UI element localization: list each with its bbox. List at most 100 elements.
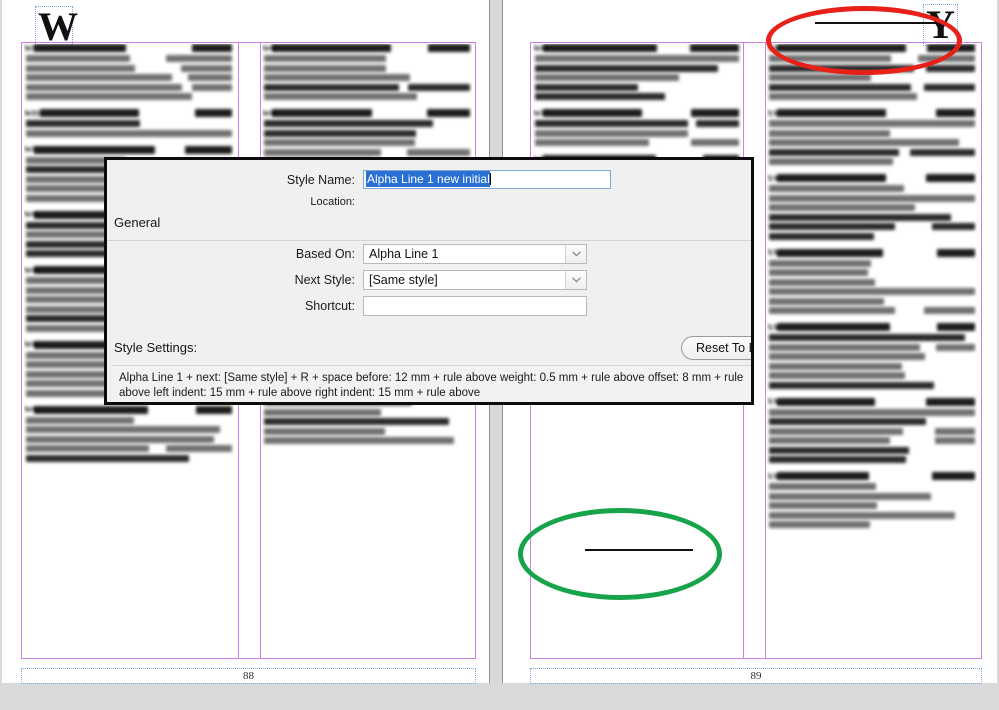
- entry-heading-line: WIS: [24, 107, 234, 118]
- entry-detail-line: [767, 343, 977, 351]
- entry-detail-line: [767, 93, 977, 100]
- directory-entry: YA ❖: [767, 322, 977, 389]
- entry-detail-line: [24, 435, 234, 443]
- entry-detail-line: [533, 83, 741, 91]
- entry-detail-line: [767, 353, 977, 360]
- entry-detail-line: ❖: [24, 416, 234, 424]
- entry-detail-line: ❖: [767, 185, 977, 192]
- entry-detail-line: [24, 74, 234, 81]
- entry-detail-line: [262, 55, 472, 62]
- entry-prefix: WO: [24, 339, 39, 349]
- entry-detail-line: [262, 64, 472, 72]
- directory-entry: WO ❖: [24, 404, 234, 462]
- entry-prefix: WO: [24, 404, 39, 414]
- entry-detail-line: [767, 55, 977, 62]
- text-column-right-2[interactable]: YA YA YA ❖ YA ✻ YA ❖ YA ❖ YA: [767, 44, 977, 656]
- entry-prefix: YA: [767, 44, 779, 53]
- paragraph-style-options-dialog[interactable]: Style Name: Alpha Line 1 new initial Loc…: [104, 157, 754, 405]
- directory-entry: YA: [767, 107, 977, 165]
- entry-detail-line: [767, 139, 977, 146]
- entry-detail-line: [533, 93, 741, 100]
- entry-prefix: WI: [24, 44, 36, 53]
- entry-detail-line: [24, 120, 234, 127]
- divider-under-general: [107, 240, 751, 241]
- entry-prefix: YA: [767, 172, 779, 183]
- based-on-value: Alpha Line 1: [369, 247, 439, 261]
- entry-heading-line: YA: [767, 44, 977, 53]
- entry-detail-line: [262, 74, 472, 81]
- entry-detail-line: [767, 381, 977, 389]
- directory-entry: YA: [767, 44, 977, 100]
- folio-frame-right[interactable]: 89: [530, 668, 982, 684]
- entry-heading-line: WI: [24, 44, 234, 53]
- entry-detail-line: [533, 64, 741, 72]
- entry-detail-line: ❖: [767, 408, 977, 416]
- entry-detail-line: [767, 297, 977, 305]
- entry-detail-line: [262, 148, 472, 156]
- style-settings-heading: Style Settings:: [114, 340, 198, 355]
- based-on-label: Based On:: [295, 247, 355, 261]
- directory-entry: YA ✻: [767, 247, 977, 314]
- entry-detail-line: [767, 194, 977, 202]
- entry-heading-line: YA: [767, 470, 977, 481]
- entry-prefix: WO: [24, 209, 39, 219]
- text-caret: [489, 173, 491, 185]
- entry-prefix: YA: [767, 107, 779, 118]
- entry-prefix: WIS: [24, 107, 40, 118]
- entry-heading-line: YA: [767, 107, 977, 118]
- entry-detail-line: [767, 502, 977, 509]
- entry-prefix: YA: [767, 470, 779, 481]
- chevron-down-icon[interactable]: [565, 271, 586, 289]
- directory-entry: WO: [262, 44, 472, 100]
- entry-detail-line: [767, 288, 977, 295]
- chevron-down-icon[interactable]: [565, 245, 586, 263]
- next-style-value: [Same style]: [369, 273, 438, 287]
- general-section-heading: General: [114, 215, 161, 230]
- style-name-row: Style Name: Alpha Line 1 new initial: [107, 170, 717, 189]
- entry-detail-line: [262, 83, 472, 91]
- entry-heading-line: YA: [767, 172, 977, 183]
- based-on-row: Based On: Alpha Line 1: [107, 244, 727, 264]
- entry-detail-line: [767, 446, 977, 454]
- entry-heading-line: WO: [533, 44, 741, 53]
- based-on-dropdown[interactable]: Alpha Line 1: [363, 244, 587, 264]
- style-name-input[interactable]: Alpha Line 1 new initial: [363, 170, 611, 189]
- location-row: Location:: [107, 196, 717, 208]
- next-style-label: Next Style:: [294, 273, 355, 287]
- entry-heading-line: WU: [533, 107, 741, 118]
- entry-detail-line: [767, 511, 977, 519]
- entry-heading-line: WI: [24, 144, 234, 154]
- entry-detail-line: [262, 129, 472, 137]
- entry-detail-line: [767, 83, 977, 91]
- entry-prefix: WO: [533, 44, 548, 53]
- entry-detail-line: [767, 223, 977, 230]
- reset-to-base-button[interactable]: Reset To Base: [681, 336, 751, 360]
- folio-number-left: 88: [243, 670, 254, 682]
- directory-entry: YA ❖: [767, 396, 977, 463]
- style-settings-description: Alpha Line 1 + next: [Same style] + R + …: [112, 365, 751, 402]
- column-guide-right-b: [765, 42, 766, 659]
- entry-detail-line: [767, 418, 977, 425]
- entry-detail-line: [533, 129, 741, 137]
- entry-prefix: WO: [24, 264, 39, 275]
- entry-detail-line: [767, 148, 977, 156]
- entry-detail-line: [24, 83, 234, 91]
- entry-detail-line: ❖: [767, 334, 977, 341]
- entry-heading-line: YA: [767, 396, 977, 406]
- folio-frame-left[interactable]: 88: [21, 668, 476, 684]
- directory-entry: WI: [24, 44, 234, 100]
- entry-detail-line: [262, 120, 472, 127]
- next-style-dropdown[interactable]: [Same style]: [363, 270, 587, 290]
- rule-above-section-XU: [585, 549, 693, 551]
- entry-prefix: WU: [533, 107, 548, 118]
- entry-detail-line: [262, 93, 472, 100]
- entry-detail-line: [767, 372, 977, 379]
- entry-detail-line: [262, 408, 472, 416]
- location-label: Location:: [310, 196, 355, 208]
- shortcut-input[interactable]: [363, 296, 587, 316]
- entry-heading-line: WO: [262, 108, 472, 118]
- directory-entry: YA: [767, 470, 977, 528]
- directory-entry: YA ❖: [767, 172, 977, 240]
- entry-heading-line: WO: [24, 404, 234, 414]
- rule-above-section-Y: [815, 22, 940, 24]
